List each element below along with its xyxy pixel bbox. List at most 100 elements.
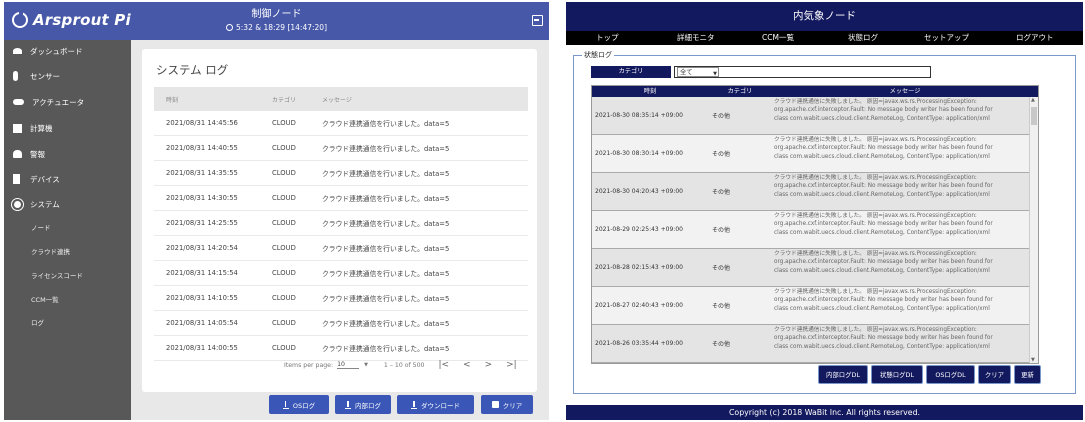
copyright-footer: Copyright (c) 2018 WaBit Inc. All rights…: [566, 405, 1083, 420]
cell-category: CLOUD: [272, 144, 296, 152]
arsprout-app: Arsprout Pi 制御ノード 5:32 & 18:29 [14:47:20…: [4, 2, 549, 420]
column-header-time[interactable]: 時刻: [154, 95, 272, 104]
cell-category: CLOUD: [272, 244, 296, 252]
first-page-button[interactable]: |<: [438, 360, 449, 370]
cell-message: クラウド連携通信に失敗しました。 原因=javax.ws.rs.Processi…: [772, 135, 1038, 172]
menu-ccm-list[interactable]: CCM一覧: [762, 32, 794, 43]
column-header-message: メッセージ: [889, 88, 921, 95]
last-page-button[interactable]: >|: [506, 360, 517, 370]
column-header-message[interactable]: メッセージ: [322, 95, 528, 104]
table-row: 2021-08-30 04:20:43 +09:00 その他 クラウド連携通信に失敗…: [592, 173, 1038, 211]
log-actions: OSログ 内部ログ ダウンロード クリア: [269, 395, 539, 415]
sidebar-subitem-license[interactable]: ライセンスコード: [4, 265, 131, 285]
sidebar-subitem-log[interactable]: ログ: [4, 312, 131, 332]
sidebar-item-calculator[interactable]: 計算機: [4, 117, 131, 139]
state-log-fieldset: 状態ログ カテゴリ 全て ▼ 時刻 カテゴリ メッセージ 2021-08-30 …: [573, 50, 1076, 394]
sidebar-item-dashboard[interactable]: ダッシュボード: [4, 40, 131, 62]
column-header-time: 時刻: [643, 88, 657, 95]
table-row: 2021-08-28 02:15:43 +09:00 その他 クラウド連携通信に失敗…: [592, 249, 1038, 287]
cell-message: クラウド連携通信を行いました。data=5: [322, 195, 450, 203]
message-line: クラウド連携通信に失敗しました。 原因=javax.ws.rs.Processi…: [774, 327, 977, 333]
items-per-page-select[interactable]: 10: [337, 361, 360, 369]
cell-category: CLOUD: [272, 344, 296, 352]
next-page-button[interactable]: >: [485, 360, 493, 370]
internal-log-button[interactable]: 内部ログ: [335, 395, 391, 414]
refresh-button[interactable]: 更新: [1014, 365, 1041, 384]
sidebar-item-actuator[interactable]: アクチュエータ: [4, 91, 131, 113]
table-row: 2021/08/31 14:35:55 CLOUD クラウド連携通信を行いました。d…: [154, 161, 528, 186]
sidebar-subitem-cloud[interactable]: クラウド連携: [4, 241, 131, 261]
scroll-thumb[interactable]: [1031, 107, 1037, 125]
os-log-button[interactable]: OSログ: [269, 395, 329, 414]
message-line: class com.wabit.uecs.cloud.client.Remote…: [774, 343, 990, 350]
message-line: org.apache.cxf.interceptor.Fault: No mes…: [774, 145, 993, 152]
message-line: クラウド連携通信に失敗しました。 原因=javax.ws.rs.Processi…: [774, 251, 977, 257]
cell-category: その他: [712, 151, 731, 158]
prev-page-button[interactable]: <: [463, 360, 471, 370]
clear-button[interactable]: クリア: [481, 395, 533, 414]
menu-logout[interactable]: ログアウト: [1016, 32, 1054, 43]
cell-time: 2021/08/31 14:30:55: [166, 194, 238, 202]
message-line: org.apache.cxf.interceptor.Fault: No mes…: [774, 183, 993, 190]
sun-time-status: 5:32 & 18:29 [14:47:20]: [4, 23, 549, 32]
cell-message: クラウド連携通信に失敗しました。 原因=javax.ws.rs.Processi…: [772, 249, 1038, 286]
scroll-up-icon[interactable]: ▲: [1031, 97, 1035, 103]
clear-button[interactable]: クリア: [978, 365, 1011, 384]
sensor-icon: [13, 71, 18, 81]
sidebar: ダッシュボード センサー アクチュエータ 計算機 警報 デバイス システム ノー…: [4, 40, 131, 420]
cell-time: 2021/08/31 14:00:55: [166, 344, 238, 352]
sidebar-item-sensor[interactable]: センサー: [4, 65, 131, 87]
table-row: 2021/08/31 14:10:55 CLOUD クラウド連携通信を行いました。d…: [154, 286, 528, 311]
message-line: クラウド連携通信に失敗しました。 原因=javax.ws.rs.Processi…: [774, 99, 977, 105]
os-log-dl-button[interactable]: OSログDL: [926, 365, 975, 384]
cell-category: CLOUD: [272, 169, 296, 177]
cell-time: 2021-08-28 02:15:43 +09:00: [595, 264, 683, 271]
message-line: クラウド連携通信に失敗しました。 原因=javax.ws.rs.Processi…: [774, 289, 977, 295]
menu-state-log[interactable]: 状態ログ: [848, 32, 878, 43]
cell-message: クラウド連携通信に失敗しました。 原因=javax.ws.rs.Processi…: [772, 211, 1038, 248]
cell-message: クラウド連携通信を行いました。data=5: [322, 320, 450, 328]
cell-category: その他: [712, 227, 731, 234]
sidebar-item-system[interactable]: システム: [4, 193, 131, 215]
cell-time: 2021/08/31 14:45:56: [166, 119, 238, 127]
message-line: class com.wabit.uecs.cloud.client.Remote…: [774, 115, 990, 122]
sidebar-subitem-node[interactable]: ノード: [4, 217, 131, 237]
cell-category: CLOUD: [272, 219, 296, 227]
cell-message: クラウド連携通信を行いました。data=5: [322, 345, 450, 353]
cell-category: CLOUD: [272, 194, 296, 202]
table-scrollbar[interactable]: ▲ ▼: [1029, 97, 1038, 363]
cell-time: 2021-08-30 04:20:43 +09:00: [595, 188, 683, 195]
caret-down-icon[interactable]: ▼: [364, 362, 368, 368]
cell-message: クラウド連携通信を行いました。data=5: [322, 120, 450, 128]
cell-message: クラウド連携通信に失敗しました。 原因=javax.ws.rs.Processi…: [772, 287, 1038, 324]
device-icon: [13, 174, 20, 184]
logout-icon[interactable]: [532, 15, 543, 26]
sidebar-item-alarm[interactable]: 警報: [4, 143, 131, 165]
category-select[interactable]: 全て ▼: [677, 67, 719, 77]
cell-message: クラウド連携通信を行いました。data=5: [322, 170, 450, 178]
menu-detail-monitor[interactable]: 詳細モニタ: [677, 32, 715, 43]
sidebar-item-device[interactable]: デバイス: [4, 168, 131, 190]
message-line: クラウド連携通信に失敗しました。 原因=javax.ws.rs.Processi…: [774, 175, 977, 181]
cell-time: 2021/08/31 14:15:54: [166, 269, 238, 277]
cell-time: 2021-08-30 08:35:14 +09:00: [595, 112, 683, 119]
internal-log-dl-button[interactable]: 内部ログDL: [818, 365, 868, 384]
cell-time: 2021/08/31 14:20:54: [166, 244, 238, 252]
node-title: 制御ノード: [251, 9, 302, 20]
page-title: システム ログ: [156, 63, 229, 77]
message-line: org.apache.cxf.interceptor.Fault: No mes…: [774, 297, 993, 304]
sidebar-subitem-ccm[interactable]: CCM一覧: [4, 289, 131, 309]
state-log-dl-button[interactable]: 状態ログDL: [871, 365, 923, 384]
menu-top[interactable]: トップ: [596, 32, 619, 43]
table-row: 2021/08/31 14:45:56 CLOUD クラウド連携通信を行いました。d…: [154, 111, 528, 136]
message-line: org.apache.cxf.interceptor.Fault: No mes…: [774, 221, 993, 228]
scroll-down-icon[interactable]: ▼: [1031, 357, 1035, 363]
column-header-category[interactable]: カテゴリ: [272, 95, 322, 104]
message-line: org.apache.cxf.interceptor.Fault: No mes…: [774, 335, 993, 342]
message-line: class com.wabit.uecs.cloud.client.Remote…: [774, 229, 990, 236]
cell-category: CLOUD: [272, 319, 296, 327]
menu-setup[interactable]: セットアップ: [924, 32, 969, 43]
cell-time: 2021/08/31 14:25:55: [166, 219, 238, 227]
download-button[interactable]: ダウンロード: [397, 395, 474, 414]
message-line: class com.wabit.uecs.cloud.client.Remote…: [774, 267, 990, 274]
